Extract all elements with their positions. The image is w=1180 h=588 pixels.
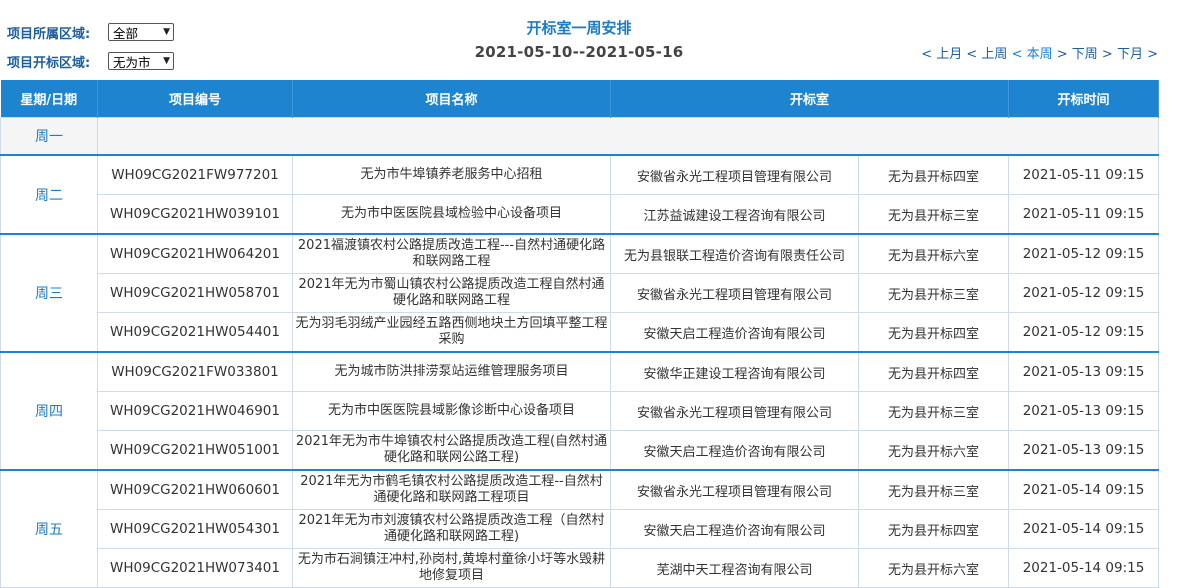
project-name-cell: 2021年无为市刘渡镇农村公路提质改造工程（自然村通硬化路和联网路工程) bbox=[292, 509, 611, 549]
project-code-cell: WH09CG2021HW054301 bbox=[97, 509, 293, 549]
bid-room-cell: 无为县开标三室 bbox=[857, 391, 1010, 431]
bid-time-cell: 2021-05-12 09:15 bbox=[1008, 312, 1160, 353]
agency-cell: 安徽天启工程造价咨询有限公司 bbox=[610, 430, 859, 471]
bid-room-cell: 无为县开标四室 bbox=[857, 312, 1010, 353]
bid-room-cell: 无为县开标三室 bbox=[857, 194, 1010, 235]
agency-cell: 安徽省永光工程项目管理有限公司 bbox=[610, 391, 859, 431]
table-header-row: 星期/日期 项目编号 项目名称 开标室 开标时间 bbox=[0, 80, 1160, 118]
schedule-table: 星期/日期 项目编号 项目名称 开标室 开标时间 周一 周二 WH09CG2021F… bbox=[0, 80, 1160, 588]
bid-room-cell: 无为县开标六室 bbox=[857, 233, 1010, 274]
day-label: 周一 bbox=[0, 117, 98, 156]
project-name-cell: 无为城市防洪排涝泵站运维管理服务项目 bbox=[292, 351, 611, 392]
this-week-link[interactable]: < 本周 bbox=[1012, 47, 1053, 62]
day-label: 周四 bbox=[0, 351, 98, 471]
table-row[interactable]: WH09CG2021HW046901 无为市中医医院县域影像诊断中心设备项目 安徽省… bbox=[1, 391, 1160, 431]
bid-room-cell: 无为县开标四室 bbox=[857, 351, 1010, 392]
bid-time-cell: 2021-05-13 09:15 bbox=[1008, 351, 1160, 392]
bid-time-cell: 2021-05-11 09:15 bbox=[1008, 194, 1160, 235]
project-name-cell: 无为羽毛羽绒产业园经五路西侧地块土方回填平整工程采购 bbox=[292, 312, 611, 353]
next-month-link[interactable]: > 下月 bbox=[1102, 47, 1143, 62]
table-row[interactable]: WH09CG2021HW058701 2021年无为市蜀山镇农村公路提质改造工程自… bbox=[1, 273, 1160, 313]
project-name-cell: 无为市牛埠镇养老服务中心招租 bbox=[292, 154, 611, 195]
table-row[interactable]: WH09CG2021HW051001 2021年无为市牛埠镇农村公路提质改造工程(… bbox=[1, 430, 1160, 471]
day-label: 周二 bbox=[0, 154, 98, 235]
table-row[interactable]: WH09CG2021HW054401 无为羽毛羽绒产业园经五路西侧地块土方回填平整… bbox=[1, 312, 1160, 353]
column-header-code: 项目编号 bbox=[97, 80, 293, 118]
nav-trailing-arrow: > bbox=[1147, 47, 1158, 62]
table-row[interactable]: WH09CG2021HW073401 无为市石涧镇汪冲村,孙岗村,黄埠村童徐小圩等… bbox=[1, 548, 1160, 588]
project-name-cell: 2021年无为市蜀山镇农村公路提质改造工程自然村通硬化路和联网路工程 bbox=[292, 273, 611, 313]
bid-time-cell: 2021-05-14 09:15 bbox=[1008, 509, 1160, 549]
table-row[interactable]: 周三 WH09CG2021HW064201 2021福渡镇农村公路提质改造工程---… bbox=[0, 233, 1160, 353]
project-code-cell: WH09CG2021FW033801 bbox=[97, 351, 293, 392]
table-row[interactable]: 周二 WH09CG2021FW977201 无为市牛埠镇养老服务中心招租 安徽省永光工… bbox=[0, 154, 1160, 235]
day-label: 周五 bbox=[0, 469, 98, 588]
bid-room-cell: 无为县开标六室 bbox=[857, 548, 1010, 588]
project-code-cell: WH09CG2021FW977201 bbox=[97, 154, 293, 195]
bid-time-cell: 2021-05-11 09:15 bbox=[1008, 154, 1160, 195]
project-code-cell: WH09CG2021HW060601 bbox=[97, 469, 293, 510]
project-name-cell: 2021年无为市牛埠镇农村公路提质改造工程(自然村通硬化路和联网公路工程) bbox=[292, 430, 611, 471]
project-code-cell: WH09CG2021HW051001 bbox=[97, 430, 293, 471]
prev-week-link[interactable]: < 上周 bbox=[966, 47, 1007, 62]
project-name-cell: 无为市石涧镇汪冲村,孙岗村,黄埠村童徐小圩等水毁耕地修复项目 bbox=[292, 548, 611, 588]
table-row[interactable]: 周五 WH09CG2021HW060601 2021年无为市鹤毛镇农村公路提质改造工… bbox=[0, 469, 1160, 588]
column-header-room: 开标室 bbox=[610, 80, 1010, 118]
project-code-cell: WH09CG2021HW046901 bbox=[97, 391, 293, 431]
bid-time-cell: 2021-05-14 09:15 bbox=[1008, 469, 1160, 510]
project-code-cell: WH09CG2021HW054401 bbox=[97, 312, 293, 353]
agency-cell: 安徽天启工程造价咨询有限公司 bbox=[610, 509, 859, 549]
bid-room-cell: 无为县开标四室 bbox=[857, 154, 1010, 195]
table-row[interactable]: WH09CG2021HW054301 2021年无为市刘渡镇农村公路提质改造工程（… bbox=[1, 509, 1160, 549]
bid-time-cell: 2021-05-13 09:15 bbox=[1008, 391, 1160, 431]
column-header-name: 项目名称 bbox=[292, 80, 611, 118]
bid-time-cell: 2021-05-14 09:15 bbox=[1008, 548, 1160, 588]
project-name-cell: 无为市中医医院县域影像诊断中心设备项目 bbox=[292, 391, 611, 431]
agency-cell: 安徽省永光工程项目管理有限公司 bbox=[610, 469, 859, 510]
project-code-cell: WH09CG2021HW073401 bbox=[97, 548, 293, 588]
agency-cell: 无为县银联工程造价咨询有限责任公司 bbox=[610, 233, 859, 274]
bid-room-cell: 无为县开标三室 bbox=[857, 469, 1010, 510]
agency-cell: 安徽天启工程造价咨询有限公司 bbox=[610, 312, 859, 353]
bid-room-cell: 无为县开标六室 bbox=[857, 430, 1010, 471]
day-label: 周三 bbox=[0, 233, 98, 353]
schedule-body: 周一 周二 WH09CG2021FW977201 无为市牛埠镇养老服务中心招租 安徽省永… bbox=[0, 117, 1160, 588]
project-name-cell: 无为市中医医院县域检验中心设备项目 bbox=[292, 194, 611, 235]
table-row[interactable]: WH09CG2021HW039101 无为市中医医院县域检验中心设备项目 江苏益诚建… bbox=[1, 194, 1160, 235]
column-header-time: 开标时间 bbox=[1008, 80, 1160, 118]
bid-room-cell: 无为县开标四室 bbox=[857, 509, 1010, 549]
column-header-day: 星期/日期 bbox=[0, 80, 98, 118]
week-navigation: < 上月 < 上周 < 本周 > 下周 > 下月 > bbox=[921, 43, 1158, 62]
agency-cell: 芜湖中天工程咨询有限公司 bbox=[610, 548, 859, 588]
project-code-cell: WH09CG2021HW058701 bbox=[97, 273, 293, 313]
empty-cell bbox=[96, 117, 1160, 156]
agency-cell: 江苏益诚建设工程咨询有限公司 bbox=[610, 194, 859, 235]
table-row: 周一 bbox=[0, 117, 1160, 156]
bid-time-cell: 2021-05-13 09:15 bbox=[1008, 430, 1160, 471]
table-row[interactable]: 周四 WH09CG2021FW033801 无为城市防洪排涝泵站运维管理服务项目 安徽… bbox=[0, 351, 1160, 471]
project-code-cell: WH09CG2021HW039101 bbox=[97, 194, 293, 235]
bid-time-cell: 2021-05-12 09:15 bbox=[1008, 233, 1160, 274]
next-week-link[interactable]: > 下周 bbox=[1057, 47, 1098, 62]
agency-cell: 安徽省永光工程项目管理有限公司 bbox=[610, 273, 859, 313]
project-name-cell: 2021福渡镇农村公路提质改造工程---自然村通硬化路和联网路工程 bbox=[292, 233, 611, 274]
project-code-cell: WH09CG2021HW064201 bbox=[97, 233, 293, 274]
agency-cell: 安徽省永光工程项目管理有限公司 bbox=[610, 154, 859, 195]
project-name-cell: 2021年无为市鹤毛镇农村公路提质改造工程--自然村通硬化路和联网路工程项目 bbox=[292, 469, 611, 510]
page-title: 开标室一周安排 bbox=[526, 19, 632, 37]
bid-time-cell: 2021-05-12 09:15 bbox=[1008, 273, 1160, 313]
prev-month-link[interactable]: < 上月 bbox=[921, 47, 962, 62]
agency-cell: 安徽华正建设工程咨询有限公司 bbox=[610, 351, 859, 392]
bid-room-cell: 无为县开标三室 bbox=[857, 273, 1010, 313]
